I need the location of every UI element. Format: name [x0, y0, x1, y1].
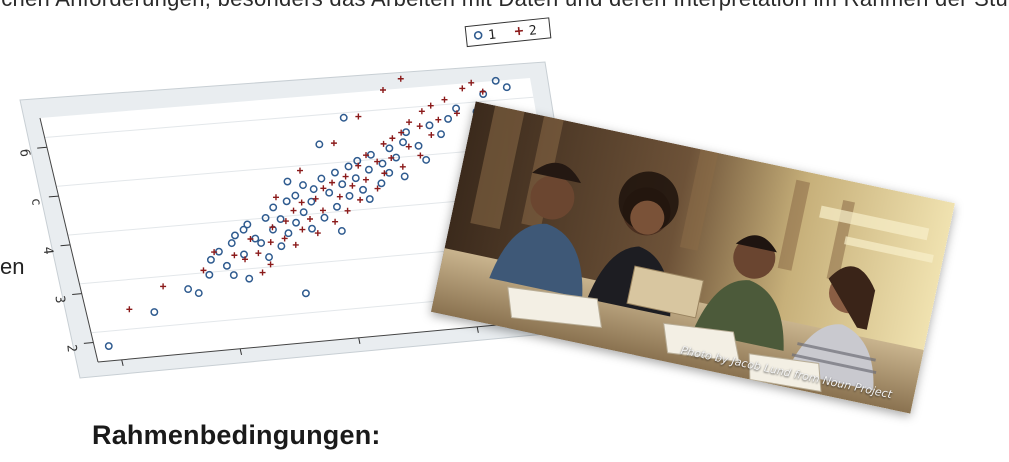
legend-label-2: 2: [528, 23, 537, 39]
y-tick-label: с: [28, 197, 44, 206]
section-heading: Rahmenbedingungen:: [92, 420, 381, 450]
y-tick-label: 2: [63, 344, 79, 353]
y-tick-label: 3: [51, 295, 67, 304]
legend: 1 2: [464, 17, 552, 48]
legend-label-1: 1: [487, 28, 496, 44]
y-tick-label: б: [16, 148, 32, 157]
